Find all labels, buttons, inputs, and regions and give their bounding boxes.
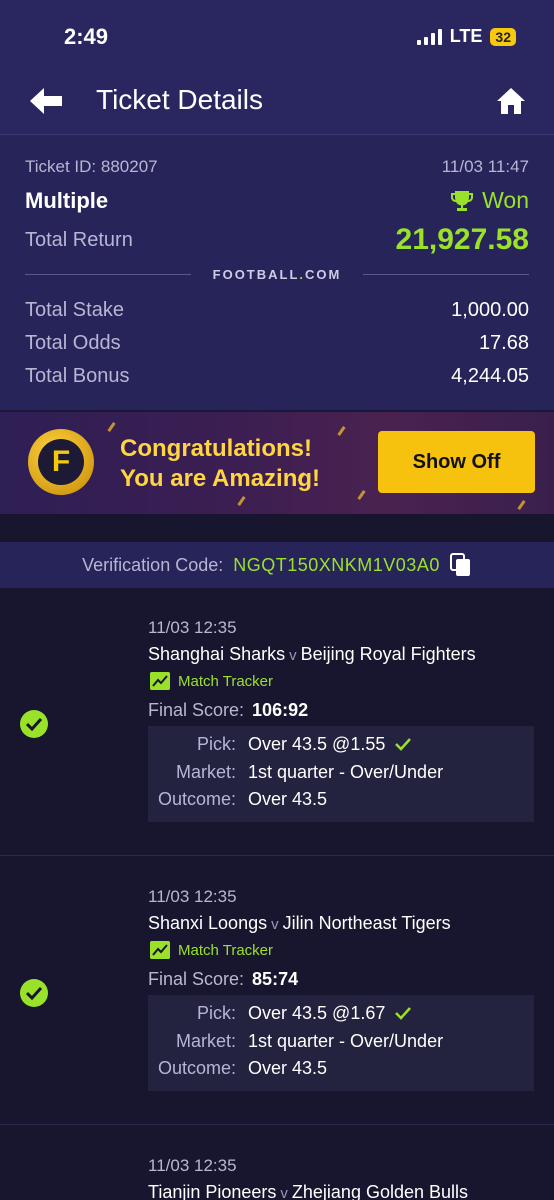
chart-icon — [150, 941, 170, 959]
stat-bonus: Total Bonus 4,244.05 — [25, 365, 529, 387]
verification-bar: Verification Code: NGQT150XNKM1V03A0 — [0, 542, 554, 588]
page-title: Ticket Details — [96, 84, 264, 115]
ticket-datetime: 11/03 11:47 — [441, 157, 529, 176]
bet-teams: Tianjin Pioneers v Zhejiang Golden Bulls — [148, 1182, 469, 1200]
congrats-banner: F Congratulations! You are Amazing! Show… — [0, 410, 554, 514]
bet-item[interactable]: 11/03 12:35 Shanxi Loongs v Jilin Northeas… — [0, 857, 554, 1125]
football-logo-icon: F — [28, 429, 94, 495]
ticket-summary: Ticket ID: 880207 11/03 11:47 Multiple W… — [0, 134, 554, 410]
football-com-logo: FOOTBALL.COM — [212, 267, 342, 282]
bet-date: 11/03 12:35 — [148, 887, 237, 906]
bet-item[interactable]: 11/03 12:35 Tianjin Pioneers v Zhejiang Go… — [0, 1126, 554, 1200]
won-check-icon — [20, 710, 48, 738]
brand-divider: FOOTBALL.COM — [25, 267, 530, 282]
verification-label: Verification Code: — [82, 554, 224, 575]
stat-odds: Total Odds 17.68 — [25, 332, 529, 354]
outcome-row: Outcome: Over 43.5 — [157, 789, 328, 809]
status-text: Won — [482, 187, 529, 213]
bet-details: Pick: Over 43.5 @1.67 Market: 1st quarter… — [148, 995, 534, 1091]
stat-stake: Total Stake 1,000.00 — [25, 299, 529, 321]
pick-row: Pick: Over 43.5 @1.55 — [148, 734, 534, 755]
back-arrow-icon[interactable] — [30, 86, 64, 116]
chart-icon — [150, 672, 170, 690]
ticket-id: Ticket ID: 880207 — [25, 157, 158, 176]
check-icon — [395, 738, 412, 751]
total-return-value: 21,927.58 — [395, 223, 529, 256]
bet-date: 11/03 12:35 — [148, 618, 237, 637]
final-score: Final Score: 106:92 — [148, 700, 309, 720]
final-score: Final Score: 85:74 — [148, 969, 299, 989]
match-tracker-link[interactable]: Match Tracker — [150, 941, 273, 959]
check-icon — [395, 1007, 412, 1020]
status-indicators: LTE 32 — [416, 26, 516, 47]
signal-icon — [416, 28, 442, 45]
verification-code: NGQT150XNKM1V03A0 — [233, 554, 440, 575]
bet-teams: Shanghai Sharks v Beijing Royal Fighters — [148, 644, 476, 664]
home-icon[interactable] — [496, 86, 526, 116]
outcome-row: Outcome: Over 43.5 — [157, 1058, 328, 1078]
bet-item[interactable]: 11/03 12:35 Shanghai Sharks v Beijing Roya… — [0, 588, 554, 856]
market-row: Market: 1st quarter - Over/Under — [175, 1031, 444, 1051]
bet-date: 11/03 12:35 — [148, 1156, 237, 1175]
won-check-icon — [20, 979, 48, 1007]
status-bar: 2:49 LTE 32 — [0, 0, 554, 72]
ticket-type: Multiple — [25, 187, 109, 213]
battery-icon: 32 — [490, 27, 516, 46]
network-type: LTE — [449, 26, 483, 46]
copy-icon[interactable] — [449, 553, 472, 577]
app-header: Ticket Details — [0, 72, 554, 134]
market-row: Market: 1st quarter - Over/Under — [175, 762, 444, 782]
match-tracker-link[interactable]: Match Tracker — [150, 672, 273, 690]
status-badge: Won — [450, 187, 529, 214]
total-return-label: Total Return — [25, 228, 133, 251]
bet-teams: Shanxi Loongs v Jilin Northeast Tigers — [148, 913, 451, 933]
show-off-button[interactable]: Show Off — [378, 431, 535, 493]
pick-row: Pick: Over 43.5 @1.67 — [148, 1003, 534, 1024]
trophy-icon — [451, 190, 474, 211]
bet-details: Pick: Over 43.5 @1.55 Market: 1st quarter… — [148, 726, 534, 822]
status-time: 2:49 — [64, 24, 109, 49]
congrats-text: Congratulations! You are Amazing! — [120, 435, 321, 492]
